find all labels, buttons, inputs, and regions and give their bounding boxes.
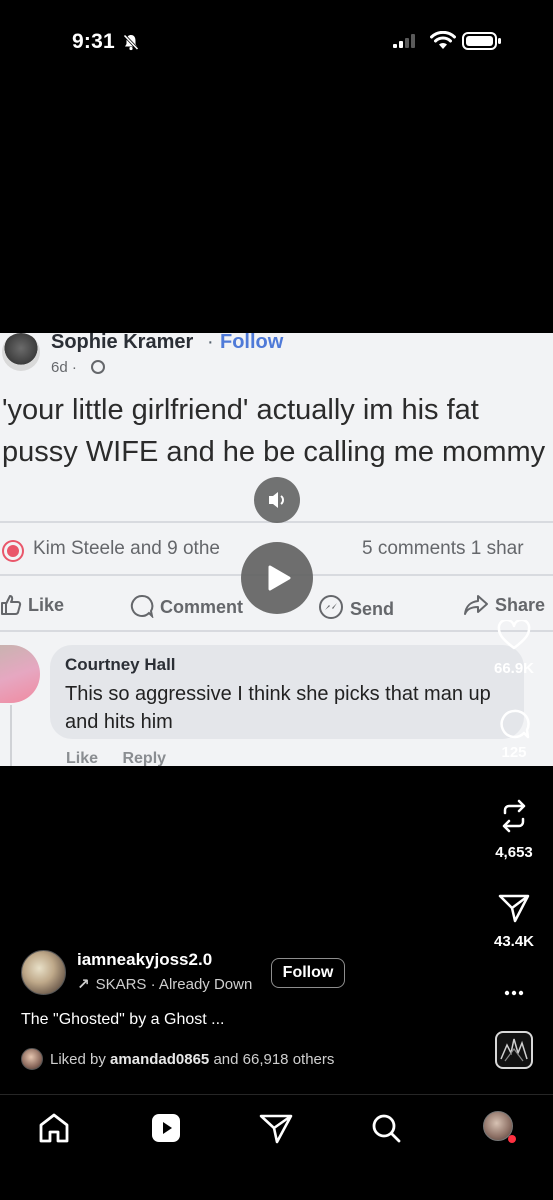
comment-reply-label: Reply [122,750,167,766]
audio-name: SKARS · Already Down [95,976,253,993]
send-icon [259,1114,293,1144]
notification-dot [508,1135,516,1143]
comment-text: This so aggressive I think she picks tha… [65,683,491,733]
like-label: Like [28,595,65,615]
status-time: 9:31 [72,30,115,53]
battery-icon [462,32,501,50]
post-like-action: Like [0,594,64,616]
search-icon [372,1114,401,1143]
comment-icon [500,709,530,739]
nav-messages[interactable] [258,1111,298,1145]
audio-thumbnail[interactable] [495,1031,533,1069]
comment-bubble-icon [130,594,154,620]
liked-by-suffix: and 66,918 others [209,1051,335,1068]
liked-by-line[interactable]: Liked by amandad0865 and 66,918 others [50,1051,334,1068]
comment-label: Comment [160,597,244,617]
play-icon [268,565,291,591]
share-label: Share [495,595,546,615]
post-time: 6d · [51,359,77,376]
liked-by-avatar [21,1048,43,1070]
comment-thread-line [10,705,12,766]
post-share-action: Share [463,594,545,616]
more-options-button[interactable] [484,978,544,1012]
comment-button[interactable]: 125 [484,708,544,761]
paper-plane-icon [498,894,530,923]
commenter-avatar [0,645,40,703]
speaker-icon [269,492,284,508]
post-author-name: Sophie Kramer [51,333,194,353]
more-dots-icon [504,990,524,996]
bottom-navigation [0,1094,553,1200]
nav-reels[interactable] [148,1111,188,1145]
thumbs-up-icon [1,595,22,615]
post-send-action: Send [318,594,394,620]
like-count: 66.9K [493,660,535,677]
play-button[interactable] [241,542,313,614]
comment-meta: Like Reply [66,750,186,766]
repost-count: 4,653 [495,844,533,861]
reel-caption[interactable]: The "Ghosted" by a Ghost ... [21,1011,224,1029]
comments-shares-count: 5 comments 1 shar [362,538,524,559]
liked-by-prefix: Liked by [50,1051,111,1068]
nav-home[interactable] [36,1111,76,1145]
heart-icon [497,618,531,650]
like-button[interactable]: 66.9K [484,618,544,677]
share-count: 43.4K [493,933,535,950]
share-arrow-icon [464,595,488,615]
post-author-avatar [2,333,40,371]
messenger-icon [319,595,343,619]
audio-attribution[interactable]: ↗ SKARS · Already Down [77,975,252,993]
post-divider [0,630,553,632]
post-text: 'your little girlfriend' actually im his… [2,394,546,468]
trending-arrow-icon: ↗ [77,976,90,993]
liked-by-user[interactable]: amandad0865 [110,1051,209,1068]
cellular-signal-icon [393,34,415,48]
repost-icon [502,799,526,833]
love-reaction-icon [4,542,22,560]
author-username[interactable]: iamneakyjoss2.0 [77,950,212,970]
repost-button[interactable]: 4,653 [484,798,544,861]
wifi-icon [430,31,456,49]
reels-icon [152,1114,180,1142]
send-label: Send [350,599,395,619]
post-separator: · [207,333,214,353]
post-follow-link: Follow [220,333,284,353]
comment-bubble: Courtney Hall This so aggressive I think… [50,645,524,739]
comment-count: 125 [501,744,527,761]
comment-author: Courtney Hall [65,655,176,674]
globe-icon [91,360,105,374]
status-bar: 9:31 [0,0,553,80]
home-icon [39,1113,69,1143]
comment-like-label: Like [66,750,99,766]
nav-search[interactable] [368,1111,408,1145]
post-comment-action: Comment [130,594,244,620]
follow-button[interactable]: Follow [271,958,345,988]
silent-bell-icon [123,34,139,51]
mute-toggle-button[interactable] [254,477,300,523]
audio-artwork-icon [500,1038,528,1062]
reaction-names: Kim Steele and 9 othe [33,538,220,559]
author-avatar[interactable] [21,950,66,995]
share-button[interactable]: 43.4K [484,893,544,950]
